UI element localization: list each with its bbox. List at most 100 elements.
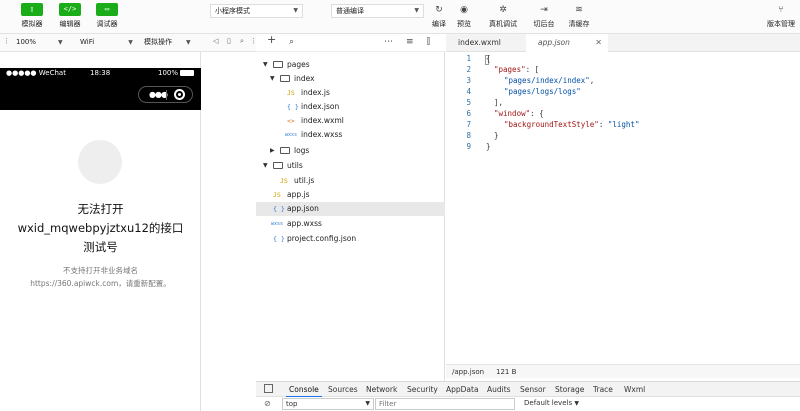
tab-label: index.wxml bbox=[458, 38, 501, 47]
editor-tabbar: index.wxml app.json ✕ bbox=[446, 34, 800, 52]
close-icon[interactable]: ✕ bbox=[595, 34, 602, 52]
chevron-down-icon: ▼ bbox=[414, 7, 419, 14]
mode-select[interactable]: 小程序模式 ▼ bbox=[210, 4, 303, 18]
search-icon[interactable]: ⌕ bbox=[289, 36, 294, 48]
tree-item-label: util.js bbox=[294, 176, 315, 185]
line-number: 2 bbox=[466, 65, 471, 74]
more-dots-icon[interactable]: ●●● bbox=[149, 90, 168, 100]
remote-debug-button[interactable]: ✲ 真机调试 bbox=[486, 4, 520, 32]
tree-item-index-json[interactable]: { } index.json bbox=[256, 100, 445, 114]
tab-wxml[interactable]: Wxml bbox=[624, 382, 645, 397]
tree-item-pages[interactable]: ▼ pages bbox=[256, 58, 445, 72]
zoom-value: 100% bbox=[16, 38, 37, 46]
volume-icon[interactable]: ◁ bbox=[213, 37, 218, 45]
phone-status-bar: ●●●●● WeChat 18:38 100% bbox=[0, 68, 201, 78]
code-icon: </> bbox=[59, 3, 81, 16]
tab-network[interactable]: Network bbox=[366, 382, 397, 397]
tab-label: app.json bbox=[538, 38, 570, 47]
tab-app-json[interactable]: app.json ✕ bbox=[526, 34, 608, 52]
tree-item-app-wxss[interactable]: wxss app.wxss bbox=[256, 217, 445, 231]
tab-audits[interactable]: Audits bbox=[487, 382, 511, 397]
wxml-file-icon: <> bbox=[287, 117, 295, 125]
background-button[interactable]: ⇥ 切后台 bbox=[527, 4, 561, 32]
levels-select[interactable]: Default levels ▼ bbox=[524, 397, 579, 410]
avatar-placeholder bbox=[78, 140, 122, 184]
capsule-menu[interactable]: ●●● bbox=[138, 86, 193, 103]
error-title-line1: 无法打开 bbox=[77, 202, 124, 216]
zoom-select[interactable]: 100% ▼ bbox=[16, 37, 63, 48]
tree-item-label: index.wxml bbox=[301, 116, 344, 125]
tree-item-index-wxss[interactable]: wxss index.wxss bbox=[256, 128, 445, 142]
tree-item-index[interactable]: ▼ index bbox=[256, 72, 445, 86]
battery-text: 100% bbox=[158, 69, 179, 77]
compile-select[interactable]: 普通编译 ▼ bbox=[331, 4, 424, 18]
compile-select-value: 普通编译 bbox=[336, 7, 364, 15]
chevron-down-icon: ▼ bbox=[128, 39, 133, 46]
tab-sources[interactable]: Sources bbox=[328, 382, 358, 397]
collapse-icon[interactable]: ≡ bbox=[406, 36, 414, 48]
main-toolbar: ▯ 模拟器 </> 编辑器 ▭ 调试器 小程序模式 ▼ 普通编译 ▼ ↻ 编译 … bbox=[0, 0, 800, 34]
tab-sensor[interactable]: Sensor bbox=[520, 382, 546, 397]
code-editor[interactable]: 1 { 2 "pages": [ 3 "pages/index/index", … bbox=[446, 52, 800, 364]
code-text: ], bbox=[494, 98, 504, 107]
operation-select[interactable]: 模拟操作 ▼ bbox=[144, 37, 191, 48]
tab-trace[interactable]: Trace bbox=[593, 382, 613, 397]
json-punct: , bbox=[589, 76, 595, 85]
clear-console-icon[interactable]: ⊘ bbox=[264, 397, 271, 410]
tree-item-index-wxml[interactable]: <> index.wxml bbox=[256, 114, 445, 128]
rotate-icon[interactable]: ▯ bbox=[227, 37, 231, 45]
phone-icon: ▯ bbox=[21, 3, 43, 16]
code-text: "backgroundTextStyle": "light" bbox=[504, 119, 639, 130]
json-punct: : [ bbox=[525, 65, 540, 74]
switch-icon: ⇥ bbox=[540, 5, 548, 15]
tab-security[interactable]: Security bbox=[407, 382, 438, 397]
line-number: 1 bbox=[466, 54, 471, 63]
tab-index-wxml[interactable]: index.wxml bbox=[446, 34, 526, 52]
code-text: { bbox=[486, 54, 491, 63]
preview-button[interactable]: ◉ 预览 bbox=[447, 4, 481, 32]
chevron-down-icon: ▼ bbox=[263, 61, 268, 68]
tree-item-app-json[interactable]: { } app.json bbox=[256, 202, 445, 216]
split-icon[interactable]: ⋮ bbox=[3, 37, 10, 45]
chat-icon[interactable]: ⌕ bbox=[240, 37, 244, 46]
json-file-icon: { } bbox=[287, 103, 299, 111]
tab-console[interactable]: Console bbox=[286, 382, 322, 398]
json-punct: : { bbox=[530, 109, 544, 118]
context-value: top bbox=[286, 400, 298, 408]
simulator-toolbar: ⋮ 100% ▼ WiFi ▼ 模拟操作 ▼ ◁ ▯ ⌕ ⋮ bbox=[0, 34, 257, 52]
tree-item-label: index bbox=[294, 74, 315, 83]
more-icon[interactable]: ⋯ bbox=[384, 36, 393, 48]
tree-item-util-js[interactable]: JS util.js bbox=[256, 174, 445, 188]
chevron-down-icon: ▼ bbox=[293, 7, 298, 14]
clear-cache-button[interactable]: ≋ 清缓存 bbox=[562, 4, 596, 32]
tree-item-app-js[interactable]: JS app.js bbox=[256, 188, 445, 202]
tree-item-utils[interactable]: ▼ utils bbox=[256, 159, 445, 173]
folder-icon bbox=[280, 147, 290, 154]
tree-item-project-config[interactable]: { } project.config.json bbox=[256, 232, 445, 246]
split-view-icon[interactable]: ⫿ bbox=[427, 36, 430, 48]
simulator-toggle-button[interactable]: ▯ 模拟器 bbox=[14, 3, 50, 31]
console-filter-input[interactable] bbox=[375, 398, 515, 410]
tree-item-label: pages bbox=[287, 60, 310, 69]
tree-item-label: app.wxss bbox=[287, 219, 322, 228]
tree-item-index-js[interactable]: JS index.js bbox=[256, 86, 445, 100]
background-label: 切后台 bbox=[533, 20, 555, 28]
error-sub-line1: 不支持打开非业务域名 bbox=[63, 266, 138, 275]
tree-item-label: app.json bbox=[287, 204, 319, 213]
tree-item-label: logs bbox=[294, 146, 310, 155]
tab-storage[interactable]: Storage bbox=[555, 382, 584, 397]
line-number: 9 bbox=[466, 142, 471, 151]
add-file-icon[interactable]: + bbox=[267, 34, 276, 46]
error-title-line2: wxid_mqwebpyjztxu12的接口 bbox=[17, 221, 184, 235]
editor-toggle-button[interactable]: </> 编辑器 bbox=[52, 3, 88, 31]
tab-appdata[interactable]: AppData bbox=[446, 382, 479, 397]
version-button[interactable]: ⑂ 版本管理 bbox=[764, 4, 798, 32]
inspect-icon[interactable] bbox=[264, 384, 273, 393]
network-select[interactable]: WiFi ▼ bbox=[80, 37, 133, 48]
context-select[interactable]: top ▼ bbox=[282, 398, 374, 410]
tree-item-logs[interactable]: ▶ logs bbox=[256, 144, 445, 158]
console-filter-bar: ⊘ top ▼ Default levels ▼ bbox=[256, 397, 800, 411]
code-text: "pages": [ bbox=[494, 64, 539, 75]
debugger-toggle-button[interactable]: ▭ 调试器 bbox=[89, 3, 125, 31]
close-circle-icon[interactable] bbox=[174, 89, 185, 100]
